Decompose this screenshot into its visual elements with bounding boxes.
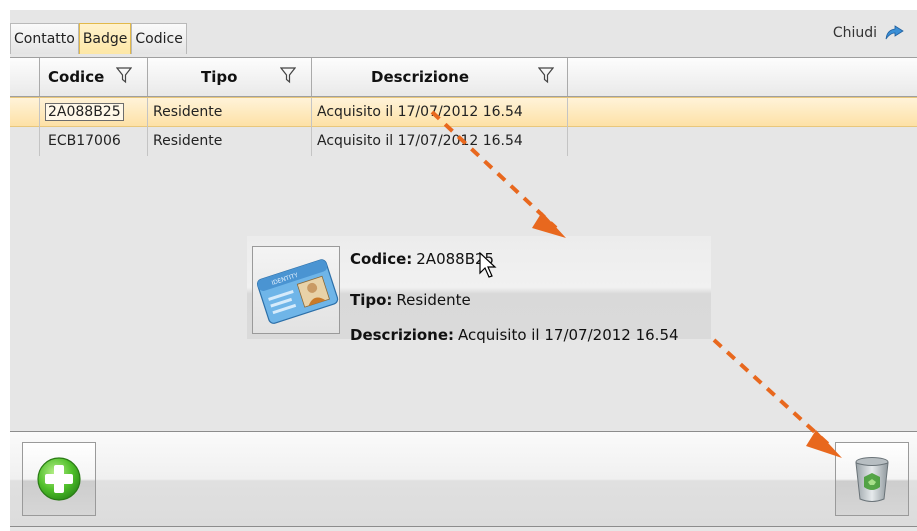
tab-strip: Contatto Badge Codice — [10, 23, 187, 57]
column-label-tipo: Tipo — [201, 68, 238, 86]
table-row[interactable]: 2A088B25 Residente Acquisito il 17/07/20… — [10, 97, 917, 127]
tooltip-tipo-value: Residente — [396, 291, 471, 309]
close-label: Chiudi — [832, 25, 877, 41]
close-button[interactable]: Chiudi — [833, 25, 905, 41]
column-header-codice[interactable]: Codice — [40, 58, 148, 96]
bottom-toolbar — [10, 431, 917, 527]
cell-tipo[interactable]: Residente — [148, 127, 312, 156]
cell-descrizione[interactable]: Acquisito il 17/07/2012 16.54 — [312, 127, 568, 156]
mouse-cursor-icon — [479, 252, 497, 278]
filter-icon[interactable] — [116, 66, 132, 84]
tooltip-tipo: Tipo: Residente — [350, 291, 471, 309]
badge-panel: Contatto Badge Codice Chiudi Codice Tipo… — [10, 10, 917, 531]
cell-codice-value: 2A088B25 — [45, 103, 124, 121]
grid-header: Codice Tipo Descrizione — [10, 57, 917, 97]
tooltip-descrizione-value: Acquisito il 17/07/2012 16.54 — [458, 326, 679, 344]
cell-descrizione[interactable]: Acquisito il 17/07/2012 16.54 — [312, 98, 568, 127]
filter-icon[interactable] — [280, 66, 296, 84]
cell-codice[interactable]: ECB17006 — [40, 127, 148, 156]
tooltip-tipo-label: Tipo: — [350, 291, 393, 309]
trash-icon — [855, 457, 889, 502]
tooltip-codice-label: Codice: — [350, 250, 413, 268]
column-header-descrizione[interactable]: Descrizione — [312, 58, 568, 96]
column-header-tipo[interactable]: Tipo — [148, 58, 312, 96]
tab-codice[interactable]: Codice — [131, 23, 187, 54]
delete-button[interactable] — [835, 442, 909, 516]
tab-contatto[interactable]: Contatto — [10, 23, 79, 54]
filter-icon[interactable] — [538, 66, 554, 84]
add-icon — [37, 457, 81, 501]
tooltip-descrizione: Descrizione: Acquisito il 17/07/2012 16.5… — [350, 326, 679, 344]
cell-codice[interactable]: 2A088B25 — [40, 98, 148, 127]
identity-card-icon: IDENTITY — [252, 246, 340, 334]
column-label-descrizione: Descrizione — [371, 68, 470, 86]
tooltip-codice: Codice: 2A088B25 — [350, 250, 494, 268]
cell-tipo[interactable]: Residente — [148, 98, 312, 127]
row-indicator — [10, 98, 40, 127]
tooltip-descrizione-label: Descrizione: — [350, 326, 455, 344]
row-indicator — [10, 127, 40, 156]
tab-badge[interactable]: Badge — [78, 23, 132, 54]
column-label-codice: Codice — [48, 68, 105, 86]
add-button[interactable] — [22, 442, 96, 516]
table-row[interactable]: ECB17006 Residente Acquisito il 17/07/20… — [10, 127, 917, 157]
badge-grid: Codice Tipo Descrizione 2A088B25 Residen… — [10, 57, 917, 169]
row-header-column — [10, 58, 40, 96]
close-arrow-icon — [885, 25, 904, 40]
